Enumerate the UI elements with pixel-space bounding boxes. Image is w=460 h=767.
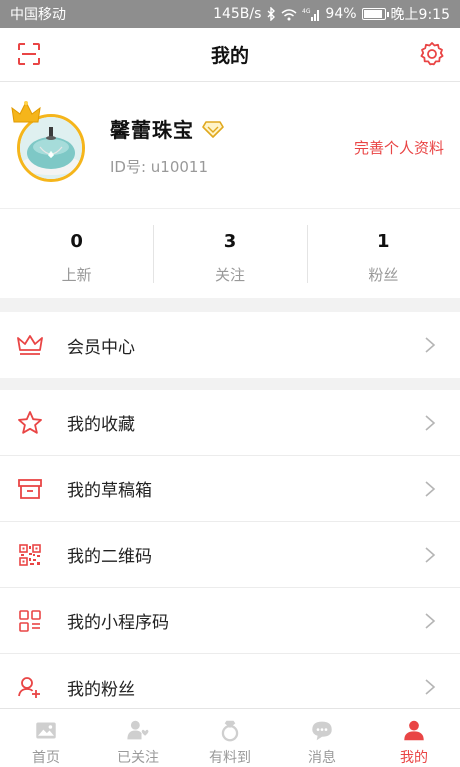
users-heart-icon: [127, 720, 149, 740]
archive-box-icon: [17, 476, 43, 502]
scan-icon[interactable]: [17, 42, 41, 66]
chevron-right-icon: [425, 480, 436, 497]
complete-profile-link[interactable]: 完善个人资料: [354, 137, 444, 158]
svg-text:4G: 4G: [302, 8, 311, 15]
menu-label: 我的粉丝: [67, 679, 135, 700]
user-icon: [404, 720, 424, 741]
section-divider: [0, 378, 460, 390]
status-right: 145B/s 4G 94% 晚上9:15: [213, 4, 450, 24]
bottom-tab-bar: 首页 已关注 有料到 消息 我的: [0, 708, 460, 767]
stat-value: 1: [377, 231, 390, 252]
user-id: ID号: u10011: [110, 158, 209, 176]
star-icon: [17, 410, 43, 436]
chevron-right-icon: [425, 612, 436, 629]
chevron-right-icon: [425, 679, 436, 695]
battery-icon: [361, 8, 389, 20]
stat-new-posts[interactable]: 0 上新: [0, 209, 153, 298]
profile-header[interactable]: 馨蕾珠宝 ID号: u10011 完善个人资料: [0, 82, 460, 206]
tab-following[interactable]: 已关注: [92, 709, 184, 767]
menu-item-qr-code[interactable]: 我的二维码: [0, 522, 460, 588]
tab-label: 有料到: [209, 750, 251, 766]
battery-percent: 94%: [325, 6, 357, 22]
diamond-badge-icon: [202, 120, 224, 138]
battery-fill: [363, 10, 383, 18]
chevron-right-icon: [425, 414, 436, 431]
menu-label: 我的小程序码: [67, 613, 169, 633]
ring-icon: [221, 720, 239, 742]
name-row: 馨蕾珠宝: [110, 114, 224, 143]
stats-row: 0 上新 3 关注 1 粉丝: [0, 208, 460, 298]
menu-label: 我的草稿箱: [67, 481, 152, 501]
tab-label: 已关注: [117, 750, 159, 766]
menu-item-mini-program-code[interactable]: 我的小程序码: [0, 588, 460, 654]
tab-discover[interactable]: 有料到: [184, 709, 276, 767]
section-divider: [0, 298, 460, 312]
crown-icon: [11, 100, 41, 123]
gear-icon[interactable]: [419, 41, 445, 67]
tab-label: 首页: [32, 750, 60, 766]
menu-label: 我的收藏: [67, 415, 135, 435]
stat-label: 上新: [61, 266, 92, 284]
stat-following[interactable]: 3 关注: [153, 209, 306, 298]
page-title: 我的: [210, 45, 249, 67]
signal-icon: 4G: [302, 8, 320, 21]
chat-bubble-icon: [312, 721, 332, 741]
stat-followers[interactable]: 1 粉丝: [306, 209, 460, 298]
qr-code-icon: [17, 542, 43, 568]
user-name: 馨蕾珠宝: [110, 118, 194, 142]
stat-value: 3: [223, 231, 237, 252]
crown-icon: [17, 332, 43, 358]
stat-value: 0: [70, 231, 83, 252]
bluetooth-icon: [267, 7, 276, 21]
clock: 晚上9:15: [390, 7, 450, 23]
menu-item-member-center[interactable]: 会员中心: [0, 312, 460, 378]
user-plus-icon: [17, 674, 43, 700]
menu-item-drafts[interactable]: 我的草稿箱: [0, 456, 460, 522]
menu-label: 会员中心: [67, 337, 135, 358]
carrier-name: 中国移动: [10, 7, 66, 23]
chevron-right-icon: [425, 337, 436, 353]
network-speed: 145B/s: [213, 6, 262, 22]
tab-label: 我的: [400, 750, 428, 766]
nav-bar: 我的: [0, 28, 460, 82]
stat-label: 粉丝: [368, 266, 399, 284]
tab-messages[interactable]: 消息: [276, 709, 368, 767]
image-icon: [36, 722, 56, 739]
menu-item-favorites[interactable]: 我的收藏: [0, 390, 460, 456]
status-bar: 中国移动 145B/s 4G 94% 晚上9:15: [0, 0, 460, 28]
chevron-right-icon: [425, 546, 436, 563]
tab-label: 消息: [308, 750, 336, 766]
stat-label: 关注: [214, 266, 245, 284]
avatar-group[interactable]: [11, 100, 85, 184]
tab-me[interactable]: 我的: [368, 709, 460, 767]
menu-label: 我的二维码: [67, 547, 152, 567]
avatar-image: [20, 117, 82, 179]
tab-home[interactable]: 首页: [0, 709, 92, 767]
wifi-icon: [281, 8, 297, 20]
mini-program-code-icon: [17, 608, 43, 634]
